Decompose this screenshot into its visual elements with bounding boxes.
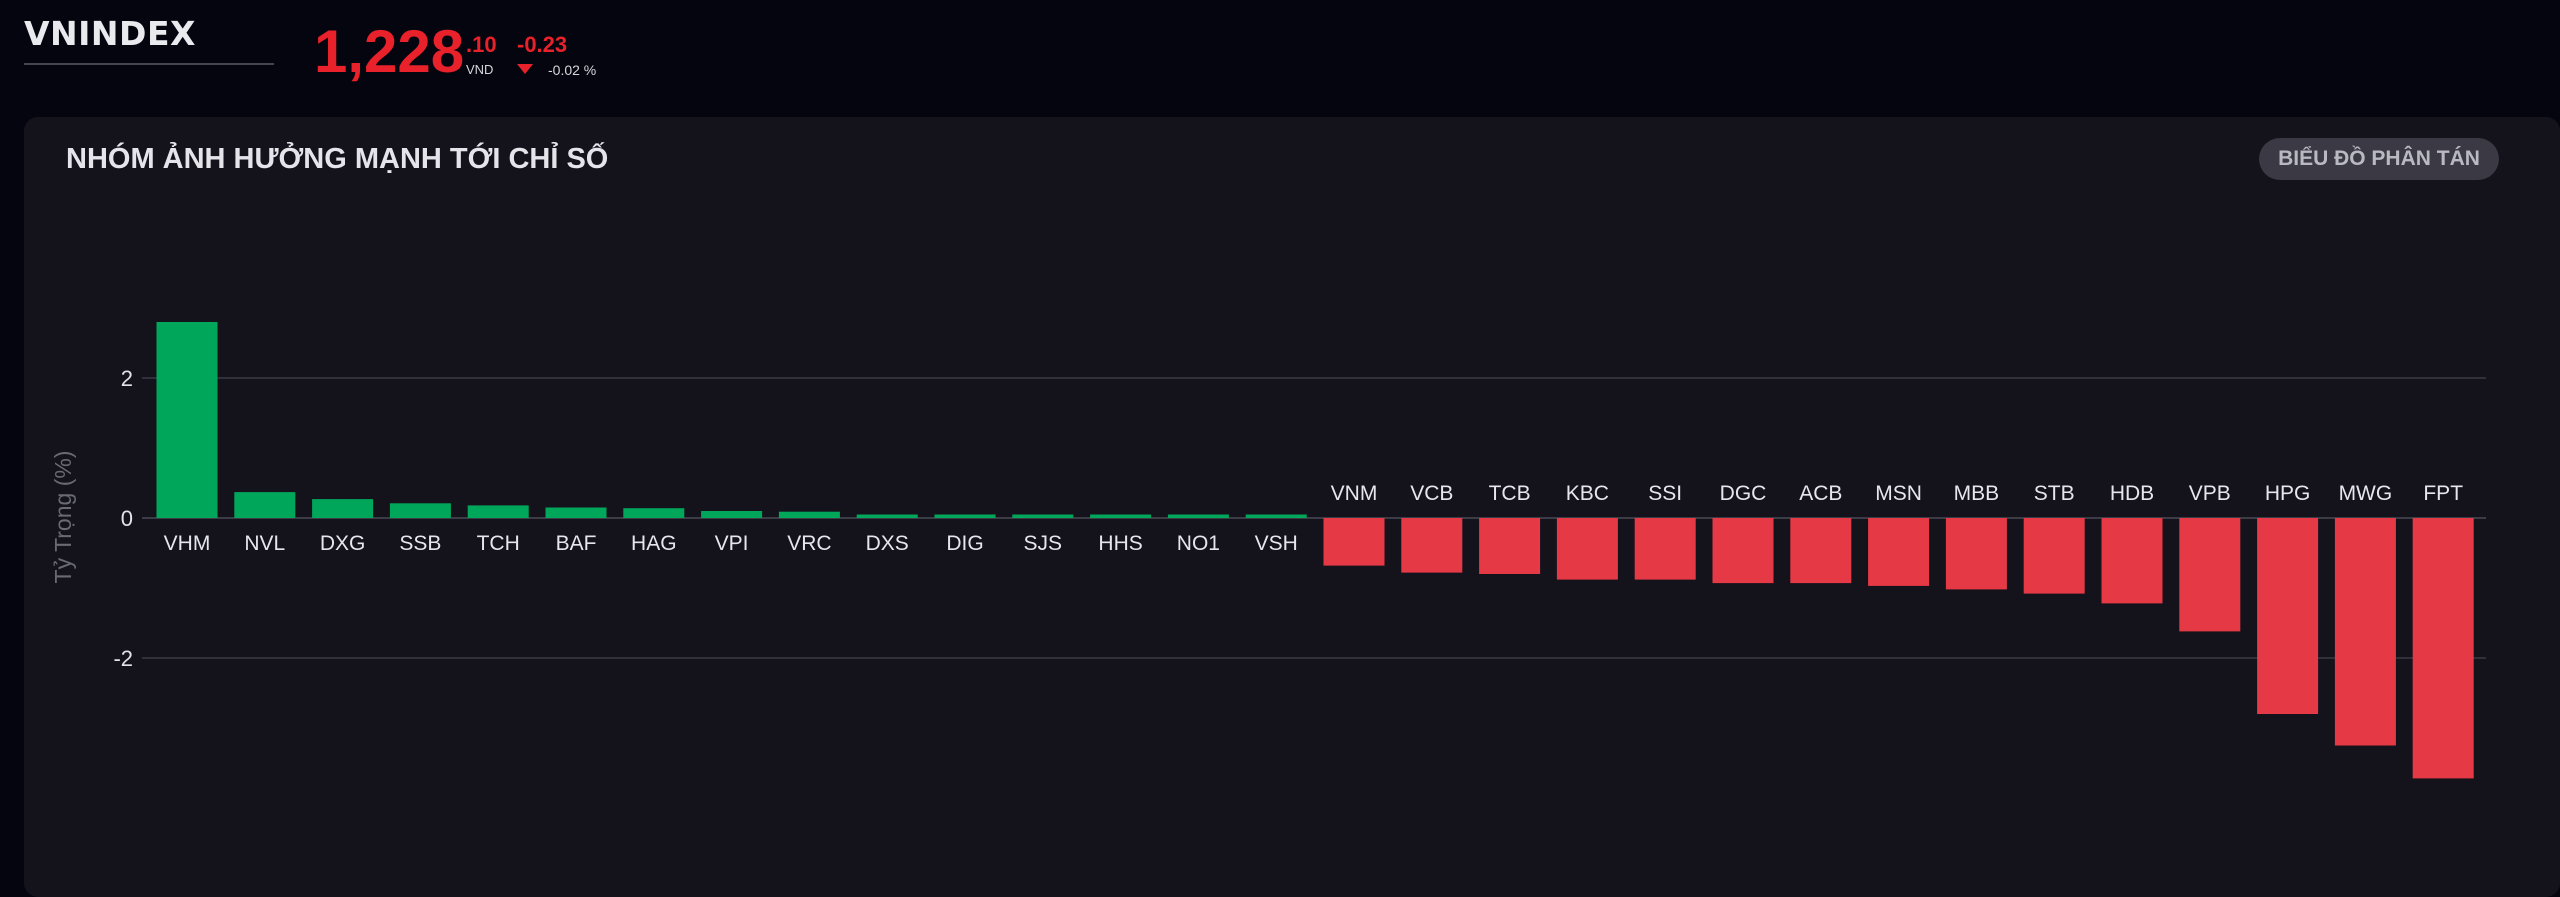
category-label-tch: TCH: [477, 532, 520, 555]
bar-sjs[interactable]: [1012, 514, 1074, 519]
category-label-vcb: VCB: [1410, 482, 1453, 505]
bar-no1[interactable]: [1167, 514, 1229, 519]
bar-msn[interactable]: [1868, 518, 1930, 586]
category-label-ssb: SSB: [399, 532, 441, 555]
category-label-hhs: HHS: [1098, 532, 1142, 555]
bar-stb[interactable]: [2023, 518, 2085, 594]
y-tick-label: 2: [121, 366, 133, 391]
category-label-vsh: VSH: [1255, 532, 1298, 555]
category-label-no1: NO1: [1177, 532, 1220, 555]
category-label-dig: DIG: [946, 532, 983, 555]
bar-ssb[interactable]: [389, 503, 451, 518]
bar-vnm[interactable]: [1323, 518, 1385, 566]
bar-ssi[interactable]: [1634, 518, 1696, 580]
category-label-dxg: DXG: [320, 532, 366, 555]
influence-bar-chart: -2 0 2 Tỷ Trọng (%) VHM NVL DXG SSB TCH BAF HAG V…: [50, 322, 2486, 779]
bar-hhs[interactable]: [1090, 514, 1152, 519]
bar-fpt[interactable]: [2412, 518, 2474, 779]
category-label-vnm: VNM: [1331, 482, 1378, 505]
category-label-hpg: HPG: [2265, 482, 2311, 505]
category-label-fpt: FPT: [2423, 482, 2463, 505]
bar-vhm[interactable]: [156, 322, 218, 518]
bar-vsh[interactable]: [1245, 514, 1307, 519]
y-tick-label: 0: [121, 506, 133, 531]
category-label-vrc: VRC: [787, 532, 831, 555]
category-label-acb: ACB: [1799, 482, 1842, 505]
bar-acb[interactable]: [1790, 518, 1852, 584]
bar-hdb[interactable]: [2101, 518, 2163, 604]
category-label-vpi: VPI: [715, 532, 749, 555]
category-label-hdb: HDB: [2110, 482, 2154, 505]
bar-baf[interactable]: [545, 507, 607, 519]
bar-dgc[interactable]: [1712, 518, 1774, 584]
y-tick-label: -2: [113, 646, 133, 671]
bar-kbc[interactable]: [1556, 518, 1618, 580]
bar-hpg[interactable]: [2257, 518, 2319, 714]
bar-vpb[interactable]: [2179, 518, 2241, 632]
y-axis-label: Tỷ Trọng (%): [50, 451, 76, 584]
category-label-hag: HAG: [631, 532, 677, 555]
category-label-sjs: SJS: [1024, 532, 1063, 555]
category-label-nvl: NVL: [244, 532, 285, 555]
category-label-dgc: DGC: [1720, 482, 1767, 505]
category-label-mwg: MWG: [2339, 482, 2393, 505]
category-label-mbb: MBB: [1954, 482, 2000, 505]
category-label-vpb: VPB: [2189, 482, 2231, 505]
category-label-stb: STB: [2034, 482, 2075, 505]
bar-vpi[interactable]: [701, 511, 763, 518]
bar-hag[interactable]: [623, 508, 685, 518]
category-label-vhm: VHM: [164, 532, 211, 555]
category-label-ssi: SSI: [1648, 482, 1682, 505]
category-label-tcb: TCB: [1489, 482, 1531, 505]
bar-dxg[interactable]: [312, 499, 374, 518]
category-label-kbc: KBC: [1566, 482, 1609, 505]
bar-vcb[interactable]: [1401, 518, 1463, 573]
bar-mwg[interactable]: [2334, 518, 2396, 746]
bar-mbb[interactable]: [1945, 518, 2007, 590]
category-label-baf: BAF: [556, 532, 597, 555]
bar-tch[interactable]: [467, 505, 529, 518]
bar-dig[interactable]: [934, 514, 996, 519]
bar-dxs[interactable]: [856, 514, 918, 519]
category-label-dxs: DXS: [866, 532, 909, 555]
bar-nvl[interactable]: [234, 492, 296, 518]
category-label-msn: MSN: [1875, 482, 1922, 505]
bar-vrc[interactable]: [778, 511, 840, 518]
y-axis-ticks: -2 0 2: [113, 366, 133, 671]
bar-tcb[interactable]: [1479, 518, 1541, 574]
